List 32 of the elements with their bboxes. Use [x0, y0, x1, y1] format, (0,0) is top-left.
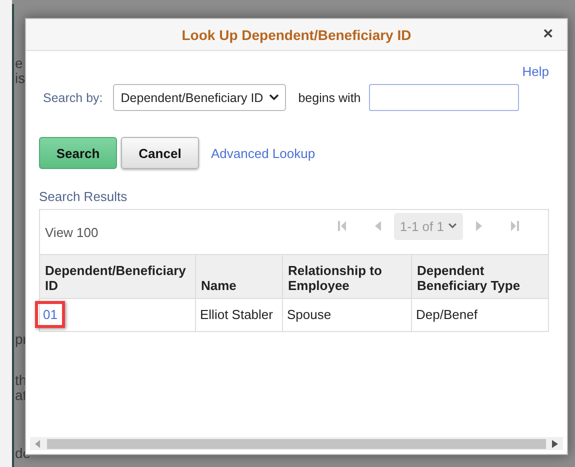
help-link[interactable]: Help: [522, 64, 549, 84]
cancel-button[interactable]: Cancel: [121, 137, 199, 169]
column-header: Dependent/Beneficiary ID: [40, 254, 196, 298]
search-field[interactable]: [368, 84, 519, 111]
scroll-left-icon[interactable]: [35, 440, 41, 448]
previous-page-icon[interactable]: [372, 220, 383, 232]
first-page-icon[interactable]: [336, 220, 347, 232]
column-header: Relationship to Employee: [282, 254, 412, 298]
advanced-lookup-link[interactable]: Advanced Lookup: [211, 146, 316, 160]
id-link[interactable]: 01: [43, 307, 58, 322]
column-header: Name: [196, 254, 282, 298]
horizontal-scrollbar[interactable]: [30, 437, 563, 450]
column-header: Dependent Beneficiary Type: [412, 254, 548, 298]
next-page-icon[interactable]: [474, 220, 484, 232]
scrollbar-thumb[interactable]: [47, 438, 546, 448]
search-by-dropdown[interactable]: Dependent/Beneficiary ID: [112, 84, 286, 111]
view-100-link[interactable]: View 100: [45, 224, 98, 240]
table-cell: Dep/Benef: [412, 298, 548, 330]
operator-label: begins with: [298, 90, 361, 104]
scroll-right-icon[interactable]: [552, 440, 558, 448]
search-by-label: Search by:: [43, 90, 103, 104]
table-cell: Spouse: [282, 298, 412, 330]
chevron-down-icon: [448, 223, 457, 229]
table-cell: Elliot Stabler: [196, 298, 282, 330]
last-page-icon[interactable]: [510, 220, 520, 232]
search-button[interactable]: Search: [39, 137, 117, 169]
chevron-down-icon: [269, 94, 280, 101]
dialog-title: Look Up Dependent/Beneficiary ID: [182, 26, 412, 42]
page-text-fragment: e: [15, 56, 24, 71]
page-text-fragment: is: [15, 71, 26, 86]
close-button[interactable]: ×: [539, 24, 557, 44]
search-results-title: Search Results: [39, 189, 128, 204]
